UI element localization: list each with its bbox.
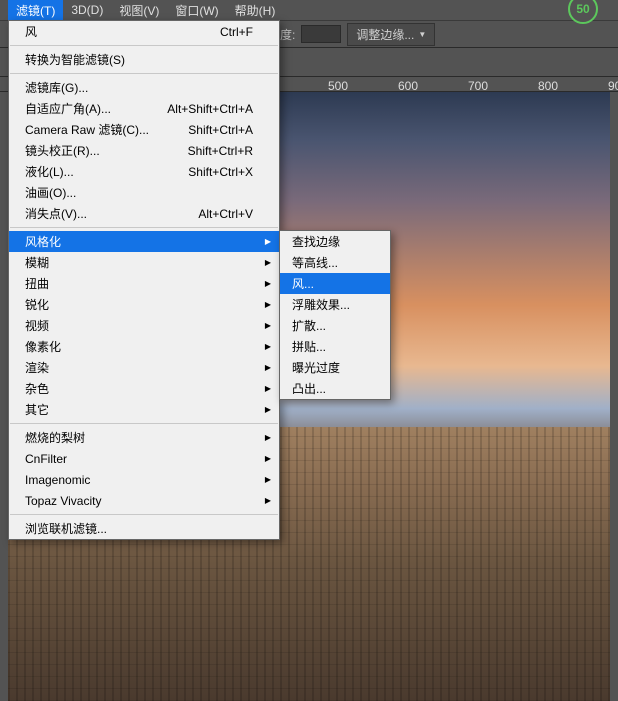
menu-item-cnfilter[interactable]: CnFilter — [9, 448, 279, 469]
ruler-tick: 700 — [468, 79, 488, 93]
ruler-tick: 800 — [538, 79, 558, 93]
submenu-item-extrude[interactable]: 凸出... — [280, 378, 390, 399]
menu-view[interactable]: 视图(V) — [111, 0, 167, 21]
separator — [10, 514, 278, 515]
submenu-item-wind[interactable]: 风... — [280, 273, 390, 294]
separator — [10, 45, 278, 46]
menu-item-blur[interactable]: 模糊 — [9, 252, 279, 273]
menu-item-oilpaint[interactable]: 油画(O)... — [9, 182, 279, 203]
submenu-item-findedges[interactable]: 查找边缘 — [280, 231, 390, 252]
menubar: 滤镜(T) 3D(D) 视图(V) 窗口(W) 帮助(H) — [0, 0, 618, 20]
menu-item-video[interactable]: 视频 — [9, 315, 279, 336]
dropdown-icon: ▼ — [418, 30, 426, 39]
menu-item-topaz[interactable]: Topaz Vivacity — [9, 490, 279, 511]
ruler-tick: 600 — [398, 79, 418, 93]
degree-input[interactable] — [301, 25, 341, 43]
menu-item-distort[interactable]: 扭曲 — [9, 273, 279, 294]
ruler-tick: 500 — [328, 79, 348, 93]
submenu-item-tracecontour[interactable]: 等高线... — [280, 252, 390, 273]
refine-edge-button[interactable]: 调整边缘... ▼ — [347, 23, 435, 46]
refine-edge-label: 调整边缘... — [356, 26, 414, 43]
submenu-item-tiles[interactable]: 拼贴... — [280, 336, 390, 357]
menu-item-filtergallery[interactable]: 滤镜库(G)... — [9, 77, 279, 98]
menu-item-lenscorrection[interactable]: 镜头校正(R)...Shift+Ctrl+R — [9, 140, 279, 161]
menu-item-noise[interactable]: 杂色 — [9, 378, 279, 399]
separator — [10, 423, 278, 424]
menu-item-stylize[interactable]: 风格化 — [9, 231, 279, 252]
menu-item-imagenomic[interactable]: Imagenomic — [9, 469, 279, 490]
separator — [10, 73, 278, 74]
filter-menu: 风Ctrl+F 转换为智能滤镜(S) 滤镜库(G)... 自适应广角(A)...… — [8, 20, 280, 540]
menu-item-pixelate[interactable]: 像素化 — [9, 336, 279, 357]
menu-item-cameraraw[interactable]: Camera Raw 滤镜(C)...Shift+Ctrl+A — [9, 119, 279, 140]
menu-help[interactable]: 帮助(H) — [227, 0, 284, 21]
separator — [10, 227, 278, 228]
menu-item-wind[interactable]: 风Ctrl+F — [9, 21, 279, 42]
submenu-item-solarize[interactable]: 曝光过度 — [280, 357, 390, 378]
menu-item-burningpear[interactable]: 燃烧的梨树 — [9, 427, 279, 448]
menu-item-vanishingpoint[interactable]: 消失点(V)...Alt+Ctrl+V — [9, 203, 279, 224]
degree-label: 度: — [280, 26, 295, 43]
menu-window[interactable]: 窗口(W) — [167, 0, 226, 21]
menu-item-liquify[interactable]: 液化(L)...Shift+Ctrl+X — [9, 161, 279, 182]
ruler-tick: 900 — [608, 79, 618, 93]
menu-item-browseonline[interactable]: 浏览联机滤镜... — [9, 518, 279, 539]
submenu-item-diffuse[interactable]: 扩散... — [280, 315, 390, 336]
menu-item-sharpen[interactable]: 锐化 — [9, 294, 279, 315]
menu-item-other[interactable]: 其它 — [9, 399, 279, 420]
menu-3d[interactable]: 3D(D) — [63, 1, 111, 19]
menu-item-render[interactable]: 渲染 — [9, 357, 279, 378]
menu-item-smartfilter[interactable]: 转换为智能滤镜(S) — [9, 49, 279, 70]
stylize-submenu: 查找边缘 等高线... 风... 浮雕效果... 扩散... 拼贴... 曝光过… — [279, 230, 391, 400]
submenu-item-emboss[interactable]: 浮雕效果... — [280, 294, 390, 315]
menu-item-adaptivewide[interactable]: 自适应广角(A)...Alt+Shift+Ctrl+A — [9, 98, 279, 119]
menu-filter[interactable]: 滤镜(T) — [8, 0, 63, 21]
